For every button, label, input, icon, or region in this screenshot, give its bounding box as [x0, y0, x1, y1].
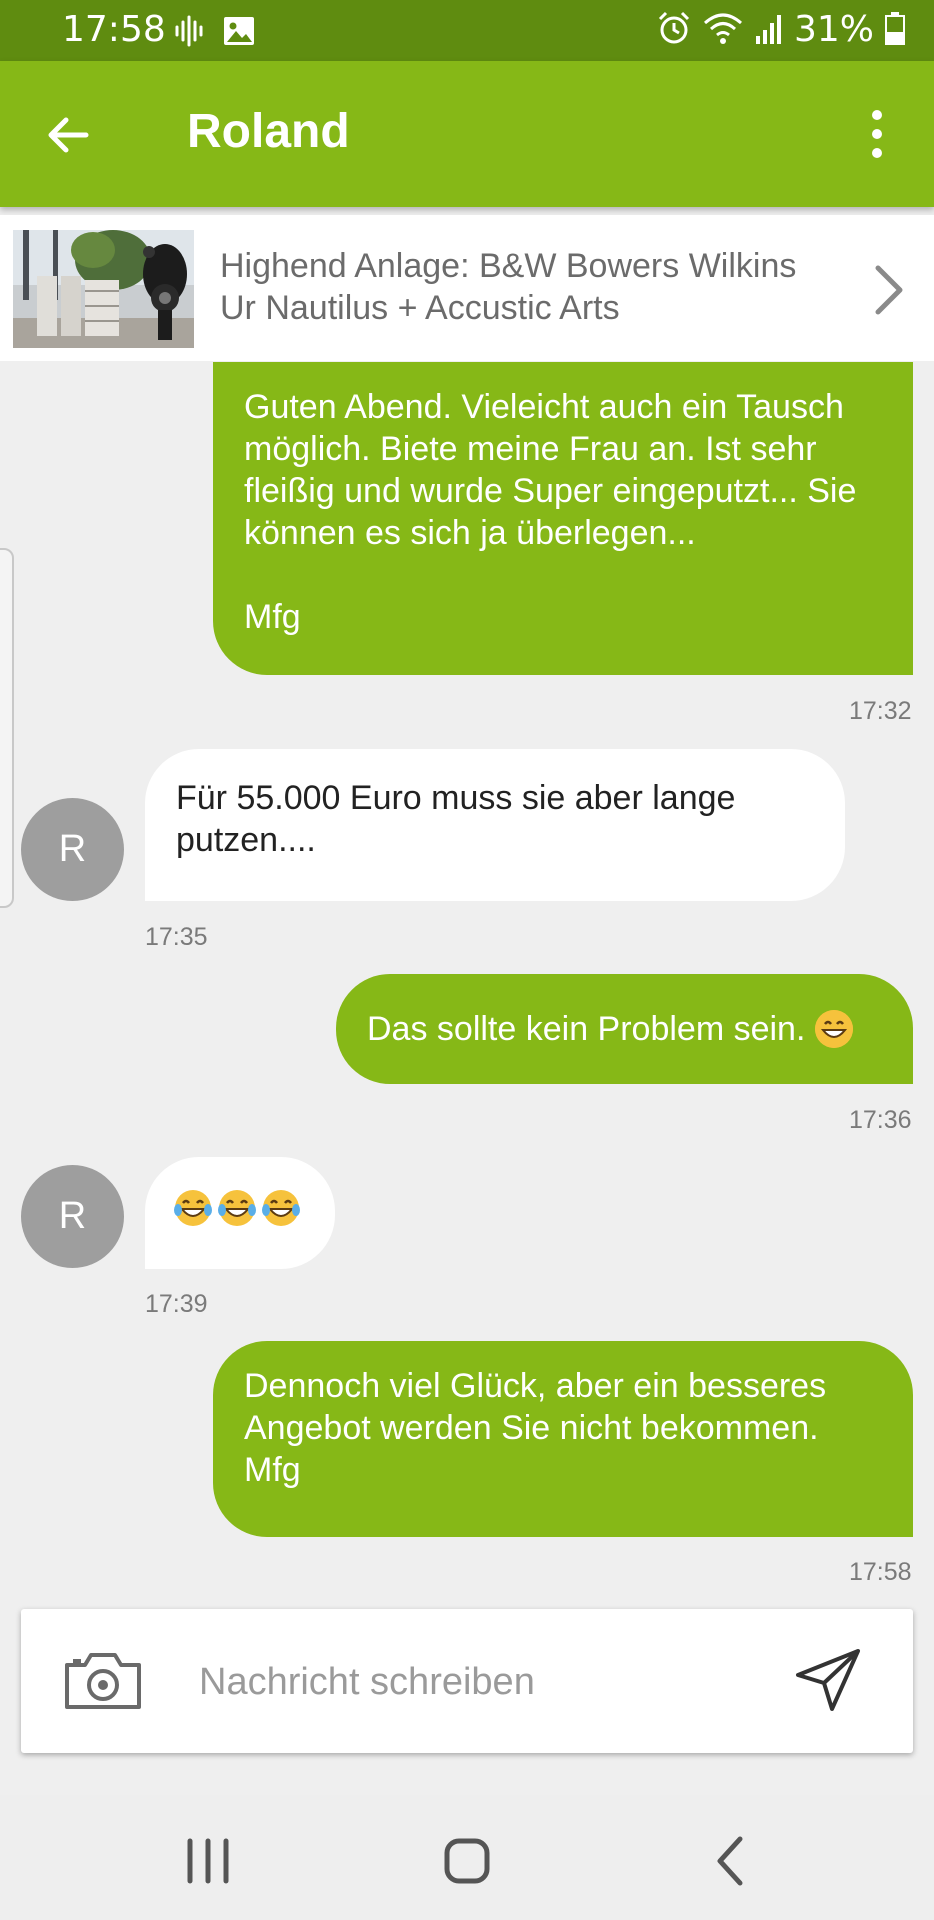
listing-thumbnail — [13, 230, 194, 348]
message-bubble-outgoing[interactable]: Guten Abend. Vieleicht auch ein Tausch m… — [213, 362, 913, 675]
tears-of-joy-emoji — [217, 1188, 257, 1238]
more-vertical-icon[interactable] — [860, 106, 894, 162]
message-input[interactable] — [197, 1649, 761, 1715]
recent-apps-icon[interactable] — [178, 1831, 238, 1891]
wifi-icon — [702, 10, 744, 50]
message-bubble-outgoing[interactable]: Das sollte kein Problem sein. — [336, 974, 913, 1084]
message-composer — [21, 1609, 913, 1753]
battery-icon — [884, 10, 906, 50]
page-title: Roland — [187, 105, 350, 158]
listing-card[interactable]: Highend Anlage: B&W Bowers Wilkins Ur Na… — [0, 215, 934, 361]
send-icon[interactable] — [794, 1645, 864, 1715]
avatar-initial: R — [58, 1195, 87, 1237]
message-bubble-outgoing[interactable]: Dennoch viel Glück, aber ein besseres An… — [213, 1341, 913, 1537]
avatar-initial: R — [58, 828, 87, 870]
message-time: 17:35 — [145, 923, 208, 951]
battery-percent: 31% — [793, 9, 874, 50]
grinning-face-emoji — [815, 1010, 854, 1048]
status-bar: 17:58 31% — [0, 0, 934, 61]
signal-icon — [754, 10, 784, 50]
message-bubble-incoming[interactable]: Für 55.000 Euro muss sie aber lange putz… — [145, 749, 845, 901]
message-text: Das sollte kein Problem sein. — [367, 1010, 806, 1048]
chevron-right-icon[interactable] — [872, 264, 906, 321]
navigation-bar — [0, 1795, 934, 1920]
message-time: 17:58 — [849, 1558, 912, 1586]
message-text: Dennoch viel Glück, aber ein besseres An… — [244, 1367, 827, 1489]
back-icon[interactable] — [702, 1831, 762, 1891]
message-text: Guten Abend. Vieleicht auch ein Tausch m… — [244, 388, 857, 636]
alarm-icon — [656, 10, 692, 50]
avatar[interactable]: R — [21, 798, 124, 901]
app-bar: Roland — [0, 61, 934, 207]
tears-of-joy-emoji — [261, 1188, 301, 1238]
message-time: 17:39 — [145, 1290, 208, 1318]
image-icon — [222, 14, 256, 52]
message-time: 17:36 — [849, 1106, 912, 1134]
tears-of-joy-emoji — [173, 1188, 213, 1238]
home-icon[interactable] — [437, 1831, 497, 1891]
voicemail-icon — [172, 14, 206, 52]
message-text: Für 55.000 Euro muss sie aber lange putz… — [176, 779, 736, 859]
message-time: 17:32 — [849, 697, 912, 725]
status-time: 17:58 — [62, 9, 166, 50]
arrow-left-icon[interactable] — [42, 109, 94, 161]
avatar[interactable]: R — [21, 1165, 124, 1268]
scroll-handle[interactable] — [0, 548, 14, 908]
listing-title[interactable]: Highend Anlage: B&W Bowers Wilkins Ur Na… — [220, 245, 840, 329]
message-bubble-incoming[interactable] — [145, 1157, 335, 1269]
camera-icon[interactable] — [63, 1649, 143, 1713]
